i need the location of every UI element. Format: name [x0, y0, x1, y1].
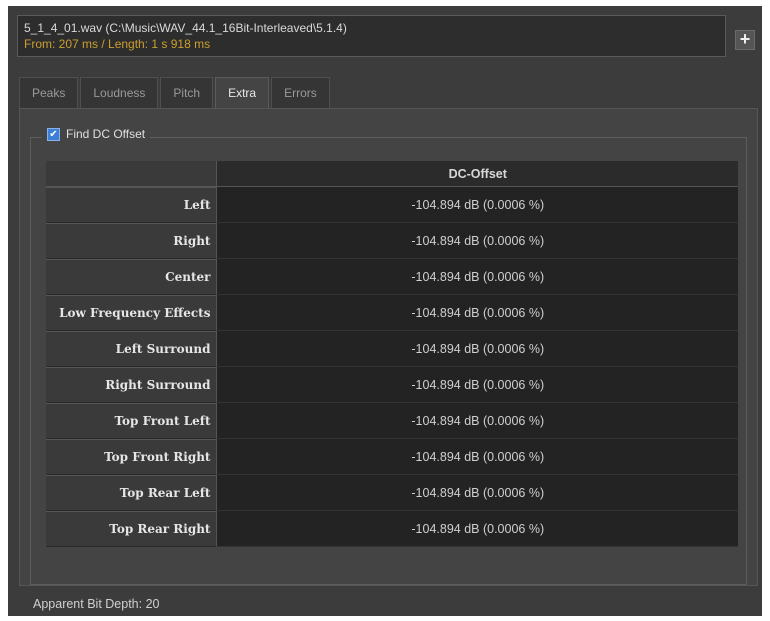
table-row: Top Rear Left -104.894 dB (0.0006 %)	[46, 475, 738, 511]
table-row: Left Surround -104.894 dB (0.0006 %)	[46, 331, 738, 367]
apparent-bit-depth: Apparent Bit Depth: 20	[33, 597, 160, 611]
dc-offset-group-title: ✔ Find DC Offset	[42, 127, 151, 141]
tab-content-extra: ✔ Find DC Offset DC-Offset Left -104.894…	[19, 108, 758, 586]
dc-offset-table: DC-Offset Left -104.894 dB (0.0006 %) Ri…	[46, 161, 738, 547]
row-header[interactable]: Top Front Left	[46, 403, 218, 439]
row-header[interactable]: Left Surround	[46, 331, 218, 367]
file-range: From: 207 ms / Length: 1 s 918 ms	[24, 37, 211, 51]
table-row: Left -104.894 dB (0.0006 %)	[46, 187, 738, 223]
row-header[interactable]: Top Rear Right	[46, 511, 218, 547]
find-dc-offset-checkbox[interactable]: ✔	[47, 127, 60, 141]
table-row: Top Front Left -104.894 dB (0.0006 %)	[46, 403, 738, 439]
tab-pitch[interactable]: Pitch	[160, 77, 214, 109]
table-row: Center -104.894 dB (0.0006 %)	[46, 259, 738, 295]
dc-offset-value: -104.894 dB (0.0006 %)	[217, 295, 738, 331]
dc-offset-value: -104.894 dB (0.0006 %)	[217, 475, 738, 511]
row-header[interactable]: Top Front Right	[46, 439, 218, 475]
column-header-dc-offset[interactable]: DC-Offset	[217, 161, 738, 187]
row-header[interactable]: Right	[46, 223, 218, 259]
dc-offset-value: -104.894 dB (0.0006 %)	[217, 259, 738, 295]
table-header-row: DC-Offset	[46, 161, 738, 187]
table-row: Top Front Right -104.894 dB (0.0006 %)	[46, 439, 738, 475]
row-header[interactable]: Low Frequency Effects	[46, 295, 218, 331]
dc-offset-value: -104.894 dB (0.0006 %)	[217, 223, 738, 259]
dc-offset-value: -104.894 dB (0.0006 %)	[217, 187, 738, 223]
dc-offset-value: -104.894 dB (0.0006 %)	[217, 403, 738, 439]
file-name: 5_1_4_01.wav (C:\Music\WAV_44.1_16Bit-In…	[24, 21, 347, 35]
table-row: Low Frequency Effects -104.894 dB (0.000…	[46, 295, 738, 331]
dc-offset-value: -104.894 dB (0.0006 %)	[217, 331, 738, 367]
app-window: 5_1_4_01.wav (C:\Music\WAV_44.1_16Bit-In…	[0, 0, 770, 621]
tab-loudness[interactable]: Loudness	[80, 77, 159, 109]
row-header[interactable]: Right Surround	[46, 367, 218, 403]
row-header[interactable]: Center	[46, 259, 218, 295]
row-header[interactable]: Left	[46, 187, 218, 223]
analysis-panel: 5_1_4_01.wav (C:\Music\WAV_44.1_16Bit-In…	[8, 6, 762, 616]
add-button[interactable]: +	[735, 30, 755, 50]
file-info-box: 5_1_4_01.wav (C:\Music\WAV_44.1_16Bit-In…	[17, 15, 726, 57]
dc-offset-value: -104.894 dB (0.0006 %)	[217, 511, 738, 547]
tab-errors[interactable]: Errors	[271, 77, 330, 109]
dc-offset-value: -104.894 dB (0.0006 %)	[217, 439, 738, 475]
table-row: Top Rear Right -104.894 dB (0.0006 %)	[46, 511, 738, 547]
table-row: Right -104.894 dB (0.0006 %)	[46, 223, 738, 259]
table-row: Right Surround -104.894 dB (0.0006 %)	[46, 367, 738, 403]
tab-extra[interactable]: Extra	[215, 77, 270, 109]
row-header[interactable]: Top Rear Left	[46, 475, 218, 511]
table-corner	[46, 161, 218, 187]
find-dc-offset-label[interactable]: Find DC Offset	[66, 127, 145, 141]
dc-offset-value: -104.894 dB (0.0006 %)	[217, 367, 738, 403]
tab-peaks[interactable]: Peaks	[19, 77, 79, 109]
tab-bar: Peaks Loudness Pitch Extra Errors	[19, 77, 332, 109]
